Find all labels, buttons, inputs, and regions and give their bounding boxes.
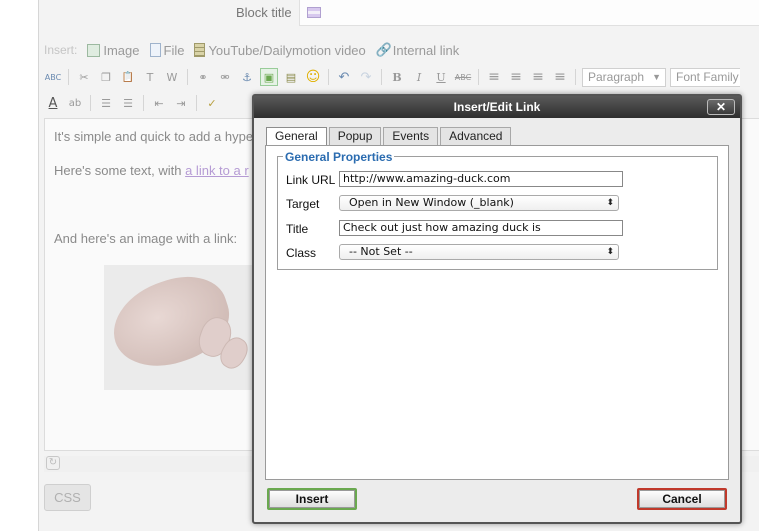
insert-bar: Insert: Image File YouTube/Dailymotion v… (44, 40, 459, 60)
dialog-tabs: General Popup Events Advanced (266, 127, 512, 146)
emoticon-icon[interactable]: ☺ (304, 68, 322, 86)
title-input[interactable]: Check out just how amazing duck is (339, 220, 623, 236)
align-left-icon[interactable]: ≡ (485, 68, 503, 86)
editor-toolbar-row-1: ABC ✂ ❐ 📋 T W ⚭ ⚮ ⚓ ▣ ▤ ☺ ↶ ↷ B I U ABC … (44, 65, 759, 89)
italic-icon[interactable]: I (410, 68, 428, 86)
app-root: Block title Insert: Image File YouTube/D… (0, 0, 759, 531)
content-paragraph-2-prefix: Here's some text, with (54, 163, 186, 178)
select-arrows-icon: ⬍ (606, 247, 614, 257)
toolbar-separator (187, 69, 188, 85)
toolbar-separator (328, 69, 329, 85)
content-paragraph-3: And here's an image with a link: (54, 231, 238, 246)
tab-panel-general: General Properties Link URL http://www.a… (265, 145, 729, 480)
tab-popup[interactable]: Popup (328, 127, 382, 145)
insert-video-link[interactable]: YouTube/Dailymotion video (194, 42, 366, 58)
duck-image[interactable] (104, 265, 274, 390)
toolbar-separator (478, 69, 479, 85)
insert-button[interactable]: Insert (267, 488, 357, 510)
spellcheck-icon[interactable]: ABC (44, 68, 62, 86)
link-url-label: Link URL (286, 173, 336, 187)
toolbar-separator (575, 69, 576, 85)
indent-icon[interactable]: ⇥ (172, 94, 190, 112)
uk-flag-icon[interactable] (307, 7, 321, 18)
content-link[interactable]: a link to a r (185, 163, 249, 178)
insert-internal-label: Internal link (392, 42, 460, 58)
copy-icon[interactable]: ❐ (97, 68, 115, 86)
insert-file-link[interactable]: File (149, 42, 185, 58)
insert-file-label: File (163, 42, 185, 58)
insert-image-icon[interactable]: ▣ (260, 68, 278, 86)
toolbar-separator (381, 69, 382, 85)
media-icon[interactable]: ▤ (282, 68, 300, 86)
class-label: Class (286, 246, 317, 260)
anchor-icon[interactable]: ⚓ (238, 68, 256, 86)
cleanup-icon[interactable]: ✓ (203, 94, 221, 112)
cut-icon[interactable]: ✂ (75, 68, 93, 86)
general-properties-fieldset: General Properties Link URL http://www.a… (277, 150, 718, 270)
link-icon[interactable]: ⚭ (194, 68, 212, 86)
number-list-icon[interactable]: ☰ (119, 94, 137, 112)
film-icon (194, 43, 206, 57)
dialog-titlebar[interactable]: Insert/Edit Link ✕ (254, 96, 740, 118)
bullet-list-icon[interactable]: ☰ (97, 94, 115, 112)
close-icon[interactable]: ✕ (707, 99, 735, 115)
dialog-title: Insert/Edit Link (453, 100, 541, 114)
format-select[interactable]: Paragraph ▼ (582, 67, 666, 87)
block-title-label: Block title (236, 5, 292, 20)
target-label: Target (286, 197, 320, 211)
text-color-icon[interactable]: A (44, 94, 62, 112)
class-select-value: -- Not Set -- (349, 245, 413, 258)
select-arrows-icon: ⬍ (606, 198, 614, 208)
tab-advanced[interactable]: Advanced (440, 127, 512, 145)
paste-icon[interactable]: 📋 (119, 68, 137, 86)
image-icon (87, 43, 101, 57)
redo-icon[interactable]: ↷ (357, 68, 375, 86)
link-icon: 🔗 (375, 42, 392, 57)
cancel-button[interactable]: Cancel (637, 488, 727, 510)
format-select-value: Paragraph (588, 70, 645, 84)
insert-video-label: YouTube/Dailymotion video (208, 42, 366, 58)
insert-image-label: Image (103, 42, 140, 58)
css-button[interactable]: CSS (44, 484, 91, 511)
toolbar-separator (143, 95, 144, 111)
fieldset-legend: General Properties (283, 150, 395, 164)
class-select[interactable]: -- Not Set -- ⬍ (339, 244, 619, 260)
bold-icon[interactable]: B (388, 68, 406, 86)
strikethrough-icon[interactable]: ABC (454, 68, 472, 86)
underline-icon[interactable]: U (432, 68, 450, 86)
refresh-icon[interactable]: ↻ (46, 456, 60, 470)
title-label: Title (286, 222, 309, 236)
content-paragraph-1: It's simple and quick to add a hype (54, 129, 254, 144)
insert-image-link[interactable]: Image (87, 42, 140, 58)
file-icon (149, 43, 161, 57)
block-title-input[interactable] (299, 0, 759, 26)
editor-toolbar-row-2: A ab ☰ ☰ ⇤ ⇥ ✓ (44, 91, 254, 115)
left-margin (0, 0, 38, 531)
highlight-icon[interactable]: ab (66, 94, 84, 112)
insert-edit-link-dialog: Insert/Edit Link ✕ General Popup Events … (252, 94, 742, 524)
align-right-icon[interactable]: ≡ (529, 68, 547, 86)
align-center-icon[interactable]: ≡ (507, 68, 525, 86)
link-url-input[interactable]: http://www.amazing-duck.com (339, 171, 623, 187)
tab-general[interactable]: General (266, 127, 327, 146)
content-paragraph-2: Here's some text, with a link to a r (54, 163, 249, 178)
font-family-value: Font Family (676, 70, 739, 84)
tab-events[interactable]: Events (383, 127, 439, 145)
target-select-value: Open in New Window (_blank) (349, 196, 514, 209)
toolbar-separator (90, 95, 91, 111)
toolbar-separator (196, 95, 197, 111)
toolbar-separator (68, 69, 69, 85)
undo-icon[interactable]: ↶ (335, 68, 353, 86)
outdent-icon[interactable]: ⇤ (150, 94, 168, 112)
font-family-select[interactable]: Font Family (670, 67, 740, 87)
unlink-icon[interactable]: ⚮ (216, 68, 234, 86)
target-select[interactable]: Open in New Window (_blank) ⬍ (339, 195, 619, 211)
align-justify-icon[interactable]: ≡ (551, 68, 569, 86)
insert-internal-link[interactable]: 🔗 Internal link (376, 43, 459, 58)
paste-word-icon[interactable]: W (163, 68, 181, 86)
chevron-down-icon: ▼ (652, 71, 661, 82)
insert-label: Insert: (44, 43, 78, 57)
paste-text-icon[interactable]: T (141, 68, 159, 86)
